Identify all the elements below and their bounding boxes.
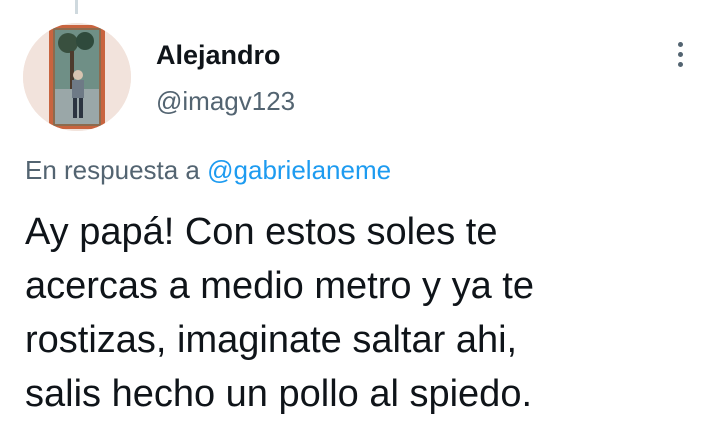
more-vertical-icon bbox=[677, 41, 683, 47]
author-name[interactable]: Alejandro bbox=[156, 38, 281, 72]
tweet-text: Ay papá! Con estos soles te acercas a me… bbox=[25, 211, 534, 415]
more-vertical-icon bbox=[677, 61, 683, 67]
author-handle[interactable]: @imagv123 bbox=[156, 84, 295, 118]
avatar-image bbox=[23, 23, 131, 131]
more-vertical-icon bbox=[677, 51, 683, 57]
more-options-button[interactable] bbox=[664, 36, 696, 72]
avatar[interactable] bbox=[23, 23, 131, 131]
reply-to-link[interactable]: @gabrielaneme bbox=[207, 155, 391, 185]
thread-connector-line bbox=[75, 0, 78, 14]
reply-prefix: En respuesta a bbox=[25, 155, 200, 185]
reply-context: En respuesta a @gabrielaneme bbox=[25, 153, 391, 187]
